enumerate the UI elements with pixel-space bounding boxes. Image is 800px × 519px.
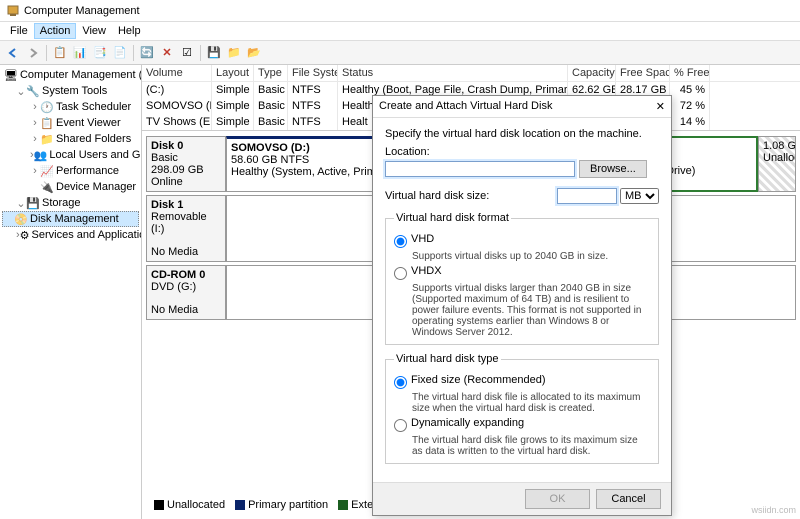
col-status[interactable]: Status [338,65,568,81]
menubar: File Action View Help [0,22,800,41]
app-icon [6,4,20,18]
clock-icon: 🕐 [40,100,54,114]
vhdx-radio[interactable] [394,267,407,280]
properties-icon[interactable]: ☑ [178,44,196,62]
ok-button[interactable]: OK [525,489,590,509]
size-label: Virtual hard disk size: [385,190,489,202]
col-type[interactable]: Type [254,65,288,81]
users-icon: 👥 [34,148,48,162]
tree-system-tools[interactable]: ⌄🔧System Tools [2,83,139,99]
size-unit-select[interactable]: MB [620,188,659,204]
col-layout[interactable]: Layout [212,65,254,81]
vhd-desc: Supports virtual disks up to 2040 GB in … [412,251,650,262]
disk-2-icon[interactable]: 📁 [225,44,243,62]
disk-3-icon[interactable]: 📂 [245,44,263,62]
vhdx-desc: Supports virtual disks larger than 2040 … [412,283,650,338]
tool-3-icon[interactable]: 📑 [91,44,109,62]
toolbar: 📋 📊 📑 📄 🔄 ✕ ☑ 💾 📁 📂 [0,41,800,65]
create-vhd-dialog: Create and Attach Virtual Hard Disk ✕ Sp… [372,95,672,516]
type-fieldset: Virtual hard disk type Fixed size (Recom… [385,353,659,464]
location-input[interactable] [385,161,575,177]
expand-icon[interactable]: › [30,117,40,129]
tree-shared-folders[interactable]: ›📁Shared Folders [2,131,139,147]
services-icon: ⚙ [20,228,30,242]
fixed-radio[interactable] [394,376,407,389]
col-pfree[interactable]: % Free [670,65,710,81]
tree-services[interactable]: ›⚙Services and Applications [2,227,139,243]
menu-file[interactable]: File [4,23,34,39]
nav-tree: 🖥Computer Management (Local ⌄🔧System Too… [0,65,142,519]
storage-icon: 💾 [26,196,40,210]
perf-icon: 📈 [40,164,54,178]
tree-event-viewer[interactable]: ›📋Event Viewer [2,115,139,131]
col-free[interactable]: Free Space [616,65,670,81]
size-input[interactable] [557,188,617,204]
format-fieldset: Virtual hard disk format VHD Supports vi… [385,212,659,345]
delete-icon[interactable]: ✕ [158,44,176,62]
tree-task-scheduler[interactable]: ›🕐Task Scheduler [2,99,139,115]
tools-icon: 🔧 [26,84,40,98]
back-button[interactable] [4,44,22,62]
expand-icon[interactable]: › [30,165,40,177]
disk-0-label: Disk 0 Basic 298.09 GB Online [146,136,226,192]
window-titlebar: Computer Management [0,0,800,22]
col-filesystem[interactable]: File System [288,65,338,81]
collapse-icon[interactable]: ⌄ [16,85,26,98]
forward-button[interactable] [24,44,42,62]
menu-action[interactable]: Action [34,23,77,39]
dialog-intro: Specify the virtual hard disk location o… [385,128,659,140]
tool-4-icon[interactable]: 📄 [111,44,129,62]
collapse-icon[interactable]: ⌄ [16,197,26,210]
event-icon: 📋 [40,116,54,130]
cancel-button[interactable]: Cancel [596,489,661,509]
col-capacity[interactable]: Capacity [568,65,616,81]
tree-local-users[interactable]: ›👥Local Users and Groups [2,147,139,163]
device-icon: 🔌 [40,180,54,194]
dynamic-desc: The virtual hard disk file grows to its … [412,435,650,457]
volume-header: Volume Layout Type File System Status Ca… [142,65,800,82]
disk-icon: 📀 [14,212,28,226]
expand-icon[interactable]: › [30,133,40,145]
swatch-extended [338,500,348,510]
swatch-primary [235,500,245,510]
browse-button[interactable]: Browse... [579,160,647,178]
vhd-radio[interactable] [394,235,407,248]
swatch-unallocated [154,500,164,510]
type-legend: Virtual hard disk type [394,353,501,365]
tree-root[interactable]: 🖥Computer Management (Local [2,67,139,83]
window-title: Computer Management [24,5,140,17]
tool-2-icon[interactable]: 📊 [71,44,89,62]
location-label: Location: [385,146,659,158]
refresh-icon[interactable]: 🔄 [138,44,156,62]
fixed-desc: The virtual hard disk file is allocated … [412,392,650,414]
menu-view[interactable]: View [76,23,112,39]
close-icon[interactable]: ✕ [656,100,665,113]
disk-1-label: Disk 1 Removable (I:) No Media [146,195,226,262]
col-volume[interactable]: Volume [142,65,212,81]
disk-1-icon[interactable]: 💾 [205,44,223,62]
tool-1-icon[interactable]: 📋 [51,44,69,62]
unallocated-space[interactable]: 1.08 GB Unalloc [758,136,796,192]
menu-help[interactable]: Help [112,23,147,39]
computer-icon: 🖥 [4,68,18,82]
tree-storage[interactable]: ⌄💾Storage [2,195,139,211]
watermark: wsiidn.com [751,505,796,515]
expand-icon[interactable]: › [30,101,40,113]
folder-icon: 📁 [40,132,54,146]
tree-performance[interactable]: ›📈Performance [2,163,139,179]
tree-device-manager[interactable]: 🔌Device Manager [2,179,139,195]
dialog-title: Create and Attach Virtual Hard Disk [379,100,552,113]
cdrom-label: CD-ROM 0 DVD (G:) No Media [146,265,226,320]
dynamic-radio[interactable] [394,419,407,432]
format-legend: Virtual hard disk format [394,212,511,224]
tree-disk-management[interactable]: 📀Disk Management [2,211,139,227]
